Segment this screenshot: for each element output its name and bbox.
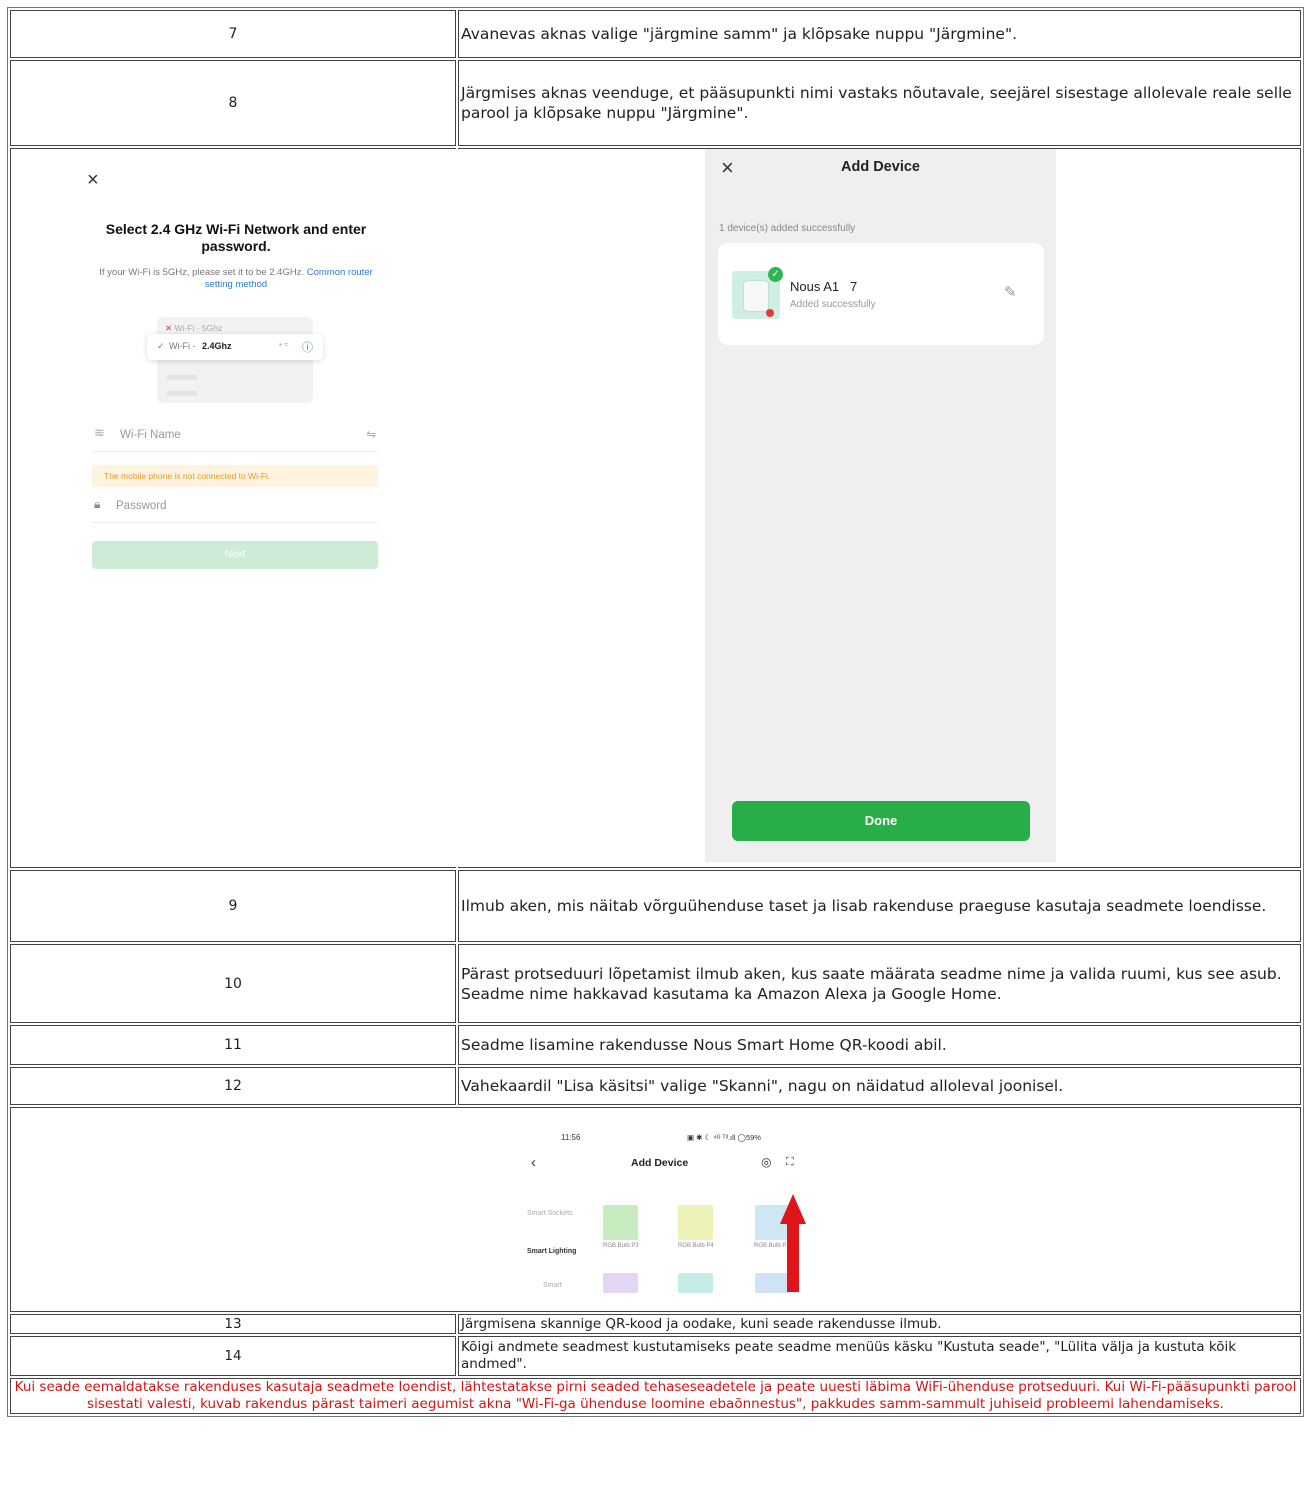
check-icon: ✓: [157, 341, 165, 351]
step-row-14: 14 Kõigi andmete seadmest kustutamiseks …: [10, 1336, 1301, 1376]
next-button[interactable]: Next: [92, 541, 378, 569]
step-number: 10: [10, 944, 456, 1023]
step-row-7: 7 Avanevas aknas valige "järgmine samm" …: [10, 10, 1301, 58]
step-number: 8: [10, 60, 456, 146]
wifi-subtitle: If your Wi-Fi is 5GHz, please set it to …: [91, 267, 381, 291]
step-text: Avanevas aknas valige "järgmine samm" ja…: [458, 10, 1301, 58]
network-24g-label: 2.4Ghz: [202, 341, 232, 351]
wifi-setup-screenshot: × Select 2.4 GHz Wi-Fi Network and enter…: [11, 149, 459, 867]
step-text: Pärast protseduuri lõpetamist ilmub aken…: [458, 944, 1301, 1023]
status-time: 11:56: [561, 1133, 581, 1142]
bulb-tile-p3[interactable]: [603, 1205, 638, 1240]
network-24g-prefix: Wi-Fi -: [169, 341, 196, 351]
wifi-name-placeholder: Wi-Fi Name: [120, 429, 181, 441]
red-dot-icon: [766, 309, 774, 317]
lock-icon: 🔒︎: [94, 497, 101, 511]
step-number: 7: [10, 10, 456, 58]
scan-screenshot-cell: 11:56 ▣ ✱ ☾ ⁴ᴳ ᵀˡˡ.ıll ◯59% ‹ Add Device…: [10, 1107, 1301, 1312]
success-check-icon: ✓: [768, 267, 783, 282]
step-text: Kõigi andmete seadmest kustutamiseks pea…: [458, 1336, 1301, 1376]
category-smart[interactable]: Smart: [543, 1282, 562, 1289]
note-row: Kui seade eemaldatakse rakenduses kasuta…: [10, 1378, 1301, 1414]
placeholder-bar: [167, 375, 197, 380]
added-status: 1 device(s) added successfully: [719, 223, 856, 234]
done-button[interactable]: Done: [732, 801, 1030, 841]
network-24g-card: ✓ Wi-Fi - 2.4Ghz ▪ ≈ ⓘ: [147, 334, 323, 360]
network-list-illustration: ✕ Wi-Fi - 5Ghz: [157, 317, 313, 403]
scan-title: Add Device: [631, 1157, 689, 1169]
tile-label: RGB Bulb P4: [678, 1243, 714, 1249]
red-arrow-head: [780, 1194, 806, 1224]
lock-wifi-icon: ▪ ≈: [279, 340, 289, 349]
step-text: Ilmub aken, mis näitab võrguühenduse tas…: [458, 870, 1301, 942]
step-text: Järgmises aknas veenduge, et pääsupunkti…: [458, 60, 1301, 146]
scan-screenshot: 11:56 ▣ ✱ ☾ ⁴ᴳ ᵀˡˡ.ıll ◯59% ‹ Add Device…: [511, 1108, 811, 1311]
bulb-tile[interactable]: [603, 1273, 638, 1293]
step-row-13: 13 Järgmisena skannige QR-kood ja oodake…: [10, 1314, 1301, 1334]
add-device-title: Add Device: [841, 159, 920, 175]
password-field[interactable]: 🔒︎ Password: [92, 492, 378, 523]
step-row-12: 12 Vahekaardil "Lisa käsitsi" valige "Sk…: [10, 1067, 1301, 1105]
step-number: 12: [10, 1067, 456, 1105]
step-number: 13: [10, 1314, 456, 1334]
step-number: 14: [10, 1336, 456, 1376]
red-arrow-shaft: [787, 1222, 799, 1292]
bulb-tile-p4[interactable]: [678, 1205, 713, 1240]
add-device-screenshot: × Add Device 1 device(s) added successfu…: [705, 149, 1056, 862]
password-placeholder: Password: [116, 500, 167, 512]
device-status: Added successfully: [790, 299, 876, 310]
category-lighting[interactable]: Smart Lighting: [527, 1248, 576, 1255]
scan-screenshot-row: 11:56 ▣ ✱ ☾ ⁴ᴳ ᵀˡˡ.ıll ◯59% ‹ Add Device…: [10, 1107, 1301, 1312]
step-text: Seadme lisamine rakendusse Nous Smart Ho…: [458, 1025, 1301, 1065]
step-number: 11: [10, 1025, 456, 1065]
edit-pencil-icon[interactable]: ✎: [1004, 283, 1017, 301]
step-number: 9: [10, 870, 456, 942]
screenshot-row: × Select 2.4 GHz Wi-Fi Network and enter…: [10, 148, 1301, 868]
plug-icon: [744, 281, 768, 311]
wifi-icon: ≋: [94, 425, 105, 440]
wifi-subtitle-text: If your Wi-Fi is 5GHz, please set it to …: [99, 267, 305, 278]
instructions-table: 7 Avanevas aknas valige "järgmine samm" …: [7, 7, 1304, 1417]
back-chevron-icon[interactable]: ‹: [531, 1154, 536, 1171]
step-text: Järgmisena skannige QR-kood ja oodake, k…: [458, 1314, 1301, 1334]
switch-icon[interactable]: ⇋: [366, 427, 376, 441]
close-icon: ×: [87, 169, 99, 191]
add-device-screenshot-cell: × Add Device 1 device(s) added successfu…: [458, 148, 1301, 868]
step-row-9: 9 Ilmub aken, mis näitab võrguühenduse t…: [10, 870, 1301, 942]
wifi-name-field[interactable]: ≋ Wi-Fi Name ⇋: [92, 421, 378, 452]
wifi-title: Select 2.4 GHz Wi-Fi Network and enter p…: [105, 221, 367, 254]
info-icon: ⓘ: [302, 342, 313, 354]
bulb-tile[interactable]: [755, 1273, 790, 1293]
scan-qr-icon[interactable]: ⛶: [786, 1156, 798, 1168]
target-icon[interactable]: ◎: [761, 1155, 771, 1169]
network-5g-row: ✕ Wi-Fi - 5Ghz: [165, 323, 222, 334]
tile-label: RGB Bulb P3: [603, 1243, 639, 1249]
device-card[interactable]: ✓ Nous A1 7 Added successfully ✎: [718, 243, 1044, 345]
device-name: Nous A1 7: [790, 279, 858, 294]
placeholder-bar: [167, 391, 197, 396]
step-row-8: 8 Järgmises aknas veenduge, et pääsupunk…: [10, 60, 1301, 146]
network-5g-label: Wi-Fi - 5Ghz: [174, 323, 223, 333]
wifi-screenshot-cell: × Select 2.4 GHz Wi-Fi Network and enter…: [10, 148, 459, 868]
warning-note: Kui seade eemaldatakse rakenduses kasuta…: [10, 1378, 1301, 1414]
step-row-11: 11 Seadme lisamine rakendusse Nous Smart…: [10, 1025, 1301, 1065]
category-sockets[interactable]: Smart Sockets: [527, 1210, 573, 1217]
wifi-warning: The mobile phone is not connected to Wi-…: [92, 465, 378, 487]
tile-label: RGB Bulb P: [754, 1243, 787, 1249]
step-text: Vahekaardil "Lisa käsitsi" valige "Skann…: [458, 1067, 1301, 1105]
bulb-tile[interactable]: [678, 1273, 713, 1293]
status-bar-icons: ▣ ✱ ☾ ⁴ᴳ ᵀˡˡ.ıll ◯59%: [687, 1133, 761, 1142]
step-row-10: 10 Pärast protseduuri lõpetamist ilmub a…: [10, 944, 1301, 1023]
cross-icon: ✕: [165, 323, 173, 333]
